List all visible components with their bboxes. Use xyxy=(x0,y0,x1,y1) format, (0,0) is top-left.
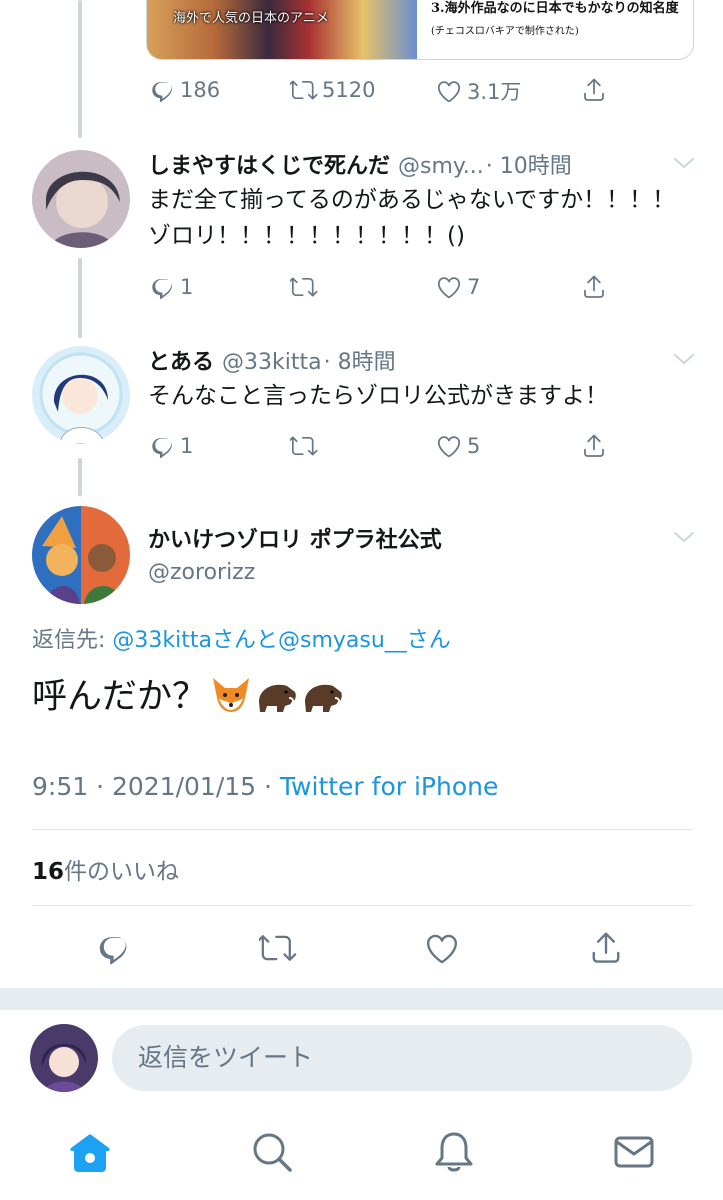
tweet2-header: とある @33kitta · 8時間 xyxy=(148,344,396,376)
reply-count: 1 xyxy=(180,275,194,299)
divider xyxy=(32,905,693,906)
reply-count: 1 xyxy=(180,434,194,458)
divider xyxy=(32,829,693,830)
reply-icon xyxy=(148,273,176,301)
reply-icon xyxy=(148,432,176,460)
tweet-meta: 9:51 · 2021/01/15 · Twitter for iPhone xyxy=(32,772,498,801)
tweet-text: そんなこと言ったらゾロリ公式がきますよ！ xyxy=(148,383,608,409)
user-handle[interactable]: @smy... xyxy=(398,154,484,179)
tweet-text: まだ全て揃ってるのがあるじゃないですか！！！！ゾロリ！！！！！！！！！！() xyxy=(148,187,676,249)
like-button[interactable]: 3.1万 xyxy=(435,76,521,106)
retweet-button[interactable] xyxy=(290,432,318,460)
mention-link[interactable]: @33kittaさんと xyxy=(112,628,278,653)
timestamp[interactable]: · 10時間 xyxy=(486,148,572,180)
reply-icon[interactable] xyxy=(94,929,132,967)
like-icon[interactable] xyxy=(423,929,461,967)
share-icon xyxy=(580,432,608,460)
likes-count: 16 xyxy=(32,859,65,885)
media-caption: 海外で人気の日本のアニメ xyxy=(173,11,329,26)
timestamp[interactable]: · 8時間 xyxy=(324,344,396,376)
thread-line-mid xyxy=(78,258,82,338)
retweet-icon[interactable] xyxy=(259,929,297,967)
user-handle[interactable]: @33kitta xyxy=(222,350,322,375)
retweet-button[interactable]: 5120 xyxy=(290,76,375,104)
user-handle[interactable]: @zororizz xyxy=(148,560,255,585)
thread-line-bottom xyxy=(78,458,82,496)
avatar[interactable] xyxy=(32,346,130,444)
tweet-text: 呼んだか？ xyxy=(32,677,208,717)
author-handle-row: @zororizz xyxy=(148,560,255,585)
like-count: 3.1万 xyxy=(467,80,522,104)
share-button[interactable] xyxy=(580,76,608,104)
media-text: 3.海外作品なのに日本でもかなりの知名度 (チェコスロバキアで制作された) xyxy=(417,0,693,59)
share-button[interactable] xyxy=(580,432,608,460)
chevron-down-icon[interactable] xyxy=(673,352,695,366)
boar-emoji xyxy=(259,684,296,712)
tweet-time-date: 9:51 · 2021/01/15 · xyxy=(32,772,280,801)
mention-link[interactable]: @smyasu__さん xyxy=(278,628,451,653)
like-icon xyxy=(435,77,463,105)
main-tweet-text: 呼んだか？ xyxy=(32,668,345,719)
avatar[interactable] xyxy=(32,506,130,604)
chevron-down-icon[interactable] xyxy=(673,156,695,170)
messages-icon[interactable] xyxy=(612,1130,656,1174)
source-link[interactable]: Twitter for iPhone xyxy=(280,772,498,801)
share-icon xyxy=(580,273,608,301)
retweet-button[interactable] xyxy=(290,273,318,301)
display-name[interactable]: かいけつゾロリ ポプラ社公式 xyxy=(148,522,442,554)
author-name-row: かいけつゾロリ ポプラ社公式 xyxy=(148,522,442,554)
like-button[interactable]: 5 xyxy=(435,432,480,460)
home-icon[interactable] xyxy=(68,1130,112,1174)
share-icon[interactable] xyxy=(587,929,625,967)
reply-input[interactable]: 返信をツイート xyxy=(112,1025,692,1091)
retweet-icon xyxy=(290,273,318,301)
likes-label: 件のいいね xyxy=(64,859,180,885)
like-icon xyxy=(435,432,463,460)
fox-emoji xyxy=(213,677,250,712)
replying-to-label: 返信先: xyxy=(32,628,113,653)
avatar-image-shimayasu xyxy=(32,150,130,248)
share-button[interactable] xyxy=(580,273,608,301)
media-line-1: 3.海外作品なのに日本でもかなりの知名度 xyxy=(431,1,679,16)
reply-button[interactable]: 1 xyxy=(148,273,193,301)
media-thumbnail: 海外で人気の日本のアニメ xyxy=(147,0,417,59)
section-separator xyxy=(0,988,723,1010)
replying-to: 返信先: @33kittaさんと@smyasu__さん xyxy=(32,622,451,654)
avatar[interactable] xyxy=(30,1024,98,1092)
quoted-media-card[interactable]: 海外で人気の日本のアニメ 3.海外作品なのに日本でもかなりの知名度 (チェコスロ… xyxy=(146,0,694,60)
reply-button[interactable]: 1 xyxy=(148,432,193,460)
display-name[interactable]: とある xyxy=(148,344,214,376)
notifications-icon[interactable] xyxy=(432,1130,476,1174)
avatar-image-toaru xyxy=(32,346,130,444)
search-icon[interactable] xyxy=(250,1130,294,1174)
retweet-icon xyxy=(290,432,318,460)
boar-emoji xyxy=(305,684,342,712)
retweet-count: 5120 xyxy=(322,78,376,102)
reply-count: 186 xyxy=(180,78,221,102)
like-count: 5 xyxy=(467,434,481,458)
avatar-image-self xyxy=(30,1024,98,1092)
like-button[interactable]: 7 xyxy=(435,273,480,301)
retweet-icon xyxy=(290,76,318,104)
reply-icon xyxy=(148,76,176,104)
thread-line-top xyxy=(78,0,82,138)
chevron-down-icon[interactable] xyxy=(673,530,695,544)
share-icon xyxy=(580,76,608,104)
media-line-2: (チェコスロバキアで制作された) xyxy=(431,26,579,37)
likes-summary[interactable]: 16件のいいね xyxy=(32,852,179,886)
like-icon xyxy=(435,273,463,301)
avatar-image-zorori xyxy=(32,506,130,604)
reply-button[interactable]: 186 xyxy=(148,76,220,104)
like-count: 7 xyxy=(467,275,481,299)
avatar[interactable] xyxy=(32,150,130,248)
display-name[interactable]: しまやすはくじで死んだ xyxy=(148,148,390,180)
tweet1-header: しまやすはくじで死んだ @smy... · 10時間 xyxy=(148,148,572,180)
